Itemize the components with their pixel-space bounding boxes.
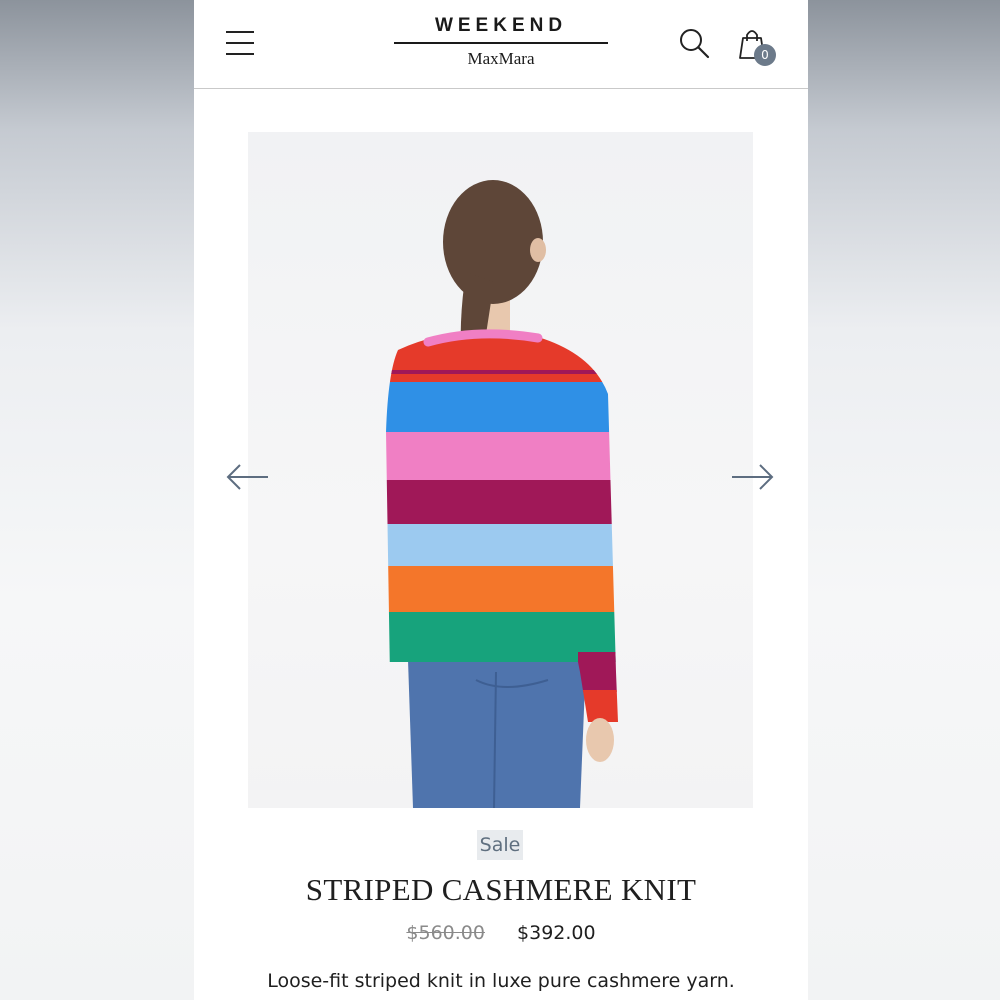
cart-count-badge: 0	[754, 44, 776, 66]
hamburger-menu-icon	[226, 42, 254, 44]
site-header: WEEKEND MaxMara 0	[194, 0, 808, 89]
product-description: Loose-fit striped knit in luxe pure cash…	[267, 970, 735, 992]
model-wearing-sweater-illustration	[386, 180, 618, 808]
brand-logo-top: WEEKEND	[434, 15, 568, 36]
hamburger-menu-icon	[226, 31, 254, 33]
brand-logo-bottom: MaxMara	[467, 48, 535, 68]
original-price: $560.00	[406, 922, 485, 944]
product-title: STRIPED CASHMERE KNIT	[305, 872, 697, 907]
menu-button[interactable]	[224, 28, 256, 58]
sale-price: $392.00	[517, 922, 596, 944]
arrow-left-icon	[226, 464, 268, 490]
product-image[interactable]	[248, 132, 753, 808]
search-icon	[680, 29, 710, 59]
search-button[interactable]	[678, 26, 712, 62]
hamburger-menu-icon	[226, 53, 254, 55]
phone-screen: WEEKEND MaxMara 0 Sale STRIPED CASHMERE …	[194, 0, 808, 1000]
brand-logo[interactable]: WEEKEND MaxMara	[392, 14, 610, 69]
next-image-button[interactable]	[730, 462, 776, 492]
brand-logo-divider	[394, 42, 608, 44]
previous-image-button[interactable]	[224, 462, 270, 492]
arrow-right-icon	[732, 464, 774, 490]
shopping-bag-button[interactable]: 0	[736, 26, 780, 70]
price-group: $560.00 $392.00	[194, 922, 808, 944]
sale-badge: Sale	[477, 830, 523, 860]
